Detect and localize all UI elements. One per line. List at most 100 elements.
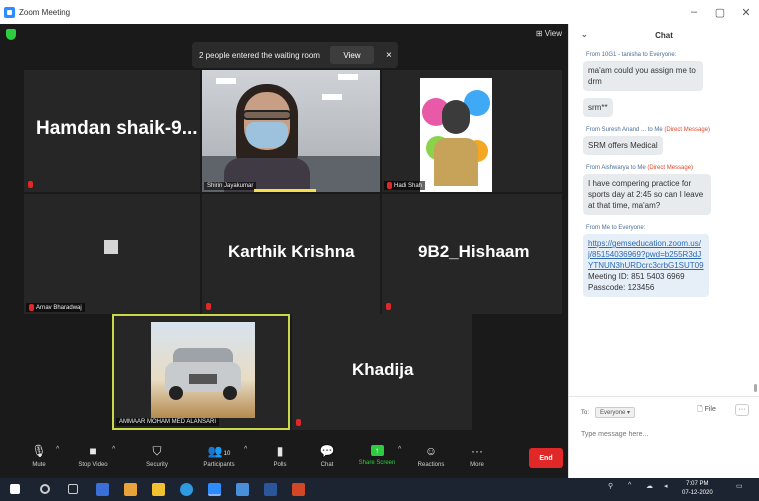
search-icon[interactable]: [40, 484, 50, 494]
profile-placeholder-icon: [104, 240, 118, 254]
file-button[interactable]: 🗋 File: [697, 405, 716, 416]
chat-message: From 10G1 - tanisha to Everyone: ma'am c…: [569, 52, 751, 91]
participant-label-text: AMMAAR MOHAM MED ALANSARI: [119, 419, 217, 425]
meeting-toolbar: 🎙 Mute ^ ■ Stop Video ^ ⛉ Security 👥10 P…: [0, 438, 568, 478]
participants-label: Participants: [203, 462, 235, 468]
participants-caret-icon[interactable]: ^: [244, 446, 247, 453]
muted-mic-icon: [206, 303, 211, 310]
video-tile-ammaar[interactable]: AMMAAR MOHAM MED ALANSARI: [112, 314, 290, 430]
video-tile-arnav[interactable]: Arnav Bharadwaj: [24, 194, 200, 314]
collapse-chevron-icon[interactable]: ⌄: [581, 30, 588, 39]
passcode-text: Passcode: 123456: [588, 283, 655, 292]
zoom-taskbar-icon[interactable]: [208, 483, 221, 496]
chat-message: srm**: [569, 97, 751, 117]
waiting-room-text: 2 people entered the waiting room: [199, 50, 320, 60]
reactions-icon: ☺: [424, 444, 438, 458]
zoom-logo-icon: [4, 6, 15, 18]
more-button[interactable]: ··· More: [452, 438, 502, 478]
notifications-icon[interactable]: ▭: [736, 482, 743, 490]
paint-icon[interactable]: [124, 483, 137, 496]
waiting-room-banner: 2 people entered the waiting room View ×: [192, 42, 398, 68]
stop-video-button[interactable]: ■ Stop Video: [68, 438, 118, 478]
recipient-dropdown[interactable]: Everyone ▾: [595, 407, 636, 418]
chat-message: From Me to Everyone: https://gemseducati…: [569, 225, 751, 297]
stop-video-label: Stop Video: [78, 462, 108, 468]
volume-icon[interactable]: ◂: [664, 482, 668, 490]
direct-message-tag: (Direct Message): [664, 127, 711, 133]
to-label: To:: [581, 409, 590, 416]
participant-glasses: [242, 110, 292, 120]
participants-icon: 👥10: [208, 444, 231, 458]
security-shield-icon: ⛉: [152, 444, 162, 458]
file-explorer-icon[interactable]: [152, 483, 165, 496]
clock-time: 7:07 PM: [686, 481, 709, 487]
video-tile-khadija[interactable]: Khadija: [292, 314, 472, 430]
encryption-shield-icon[interactable]: [6, 29, 16, 40]
ceiling-light: [216, 78, 236, 84]
car-wheel: [223, 386, 237, 400]
share-options-caret-icon[interactable]: ^: [398, 446, 401, 453]
people-icon[interactable]: ⚲: [608, 482, 613, 490]
window-controls: – ▢ ✕: [681, 0, 759, 24]
chat-message: From Suresh Anand ... to Me (Direct Mess…: [569, 127, 751, 155]
chat-message-input[interactable]: [581, 427, 751, 441]
participants-glyph: 👥: [207, 444, 223, 458]
video-tile-hishaam[interactable]: 9B2_Hishaam: [382, 194, 562, 314]
waiting-room-close-icon[interactable]: ×: [386, 50, 392, 61]
waiting-room-view-button[interactable]: View: [329, 46, 374, 64]
share-screen-button[interactable]: ↑ Share Screen: [352, 438, 402, 478]
message-sender: From Suresh Anand ... to Me (Direct Mess…: [586, 127, 751, 133]
participant-name: 9B2_Hishaam: [418, 242, 530, 261]
system-clock[interactable]: 7:07 PM 07-12-2020: [682, 480, 713, 498]
show-hidden-icons-caret[interactable]: ^: [628, 482, 631, 489]
word-icon[interactable]: [264, 483, 277, 496]
mute-button[interactable]: 🎙 Mute: [14, 438, 64, 478]
recipient-row: To: Everyone ▾: [581, 407, 636, 418]
car-photo: [151, 322, 255, 418]
chat-message: From Aishwarya to Me (Direct Message) I …: [569, 165, 751, 215]
muted-mic-icon: [296, 419, 301, 426]
chat-button[interactable]: 💬 Chat: [302, 438, 352, 478]
participants-button[interactable]: 👥10 Participants: [194, 438, 244, 478]
browser-icon[interactable]: [180, 483, 193, 496]
message-bubble: I have compering practice for sports day…: [583, 174, 711, 215]
video-tile-karthik[interactable]: Karthik Krishna: [202, 194, 380, 314]
reactions-button[interactable]: ☺ Reactions: [406, 438, 456, 478]
car-wheel: [169, 386, 183, 400]
title-bar: Zoom Meeting – ▢ ✕: [0, 0, 759, 24]
window-title: Zoom Meeting: [19, 7, 71, 17]
end-meeting-button[interactable]: End: [529, 448, 563, 468]
network-icon[interactable]: ☁: [646, 482, 653, 490]
polls-icon: ▮: [276, 444, 284, 458]
meeting-link[interactable]: https://gemseducation.zoom.us/j/85154036…: [588, 239, 704, 270]
task-view-icon[interactable]: [68, 484, 78, 494]
security-label: Security: [146, 462, 168, 468]
chat-bubble-icon: 💬: [319, 444, 335, 458]
video-tile-hamdan[interactable]: Hamdan shaik-9...: [24, 70, 200, 192]
chat-scrollbar[interactable]: [754, 384, 757, 392]
chat-message-list[interactable]: From 10G1 - tanisha to Everyone: ma'am c…: [569, 46, 751, 402]
polls-label: Polls: [273, 462, 287, 468]
view-button[interactable]: ⊞ View: [536, 29, 562, 38]
message-bubble: ma'am could you assign me to drm: [583, 61, 703, 91]
close-button[interactable]: ✕: [733, 0, 759, 24]
share-screen-icon: ↑: [370, 445, 384, 456]
minimize-button[interactable]: –: [681, 0, 707, 24]
video-options-caret-icon[interactable]: ^: [112, 446, 115, 453]
audio-options-caret-icon[interactable]: ^: [56, 446, 59, 453]
video-tile-shirin[interactable]: Shirin Jayakumar: [202, 70, 380, 192]
store-icon[interactable]: [96, 483, 109, 496]
chat-title: Chat: [655, 30, 673, 40]
start-windows-icon[interactable]: [10, 484, 20, 494]
security-button[interactable]: ⛉ Security: [132, 438, 182, 478]
participant-label: Shirin Jayakumar: [204, 182, 257, 190]
maximize-button[interactable]: ▢: [707, 0, 733, 24]
polls-button[interactable]: ▮ Polls: [255, 438, 305, 478]
powerpoint-icon[interactable]: [292, 483, 305, 496]
ceiling-light: [322, 94, 342, 100]
photos-icon[interactable]: [236, 483, 249, 496]
chat-more-button[interactable]: ···: [735, 404, 749, 416]
video-tile-hadi[interactable]: Hadi Shah: [382, 70, 562, 192]
participant-label: AMMAAR MOHAM MED ALANSARI: [116, 418, 220, 426]
clock-date: 07-12-2020: [682, 490, 713, 496]
